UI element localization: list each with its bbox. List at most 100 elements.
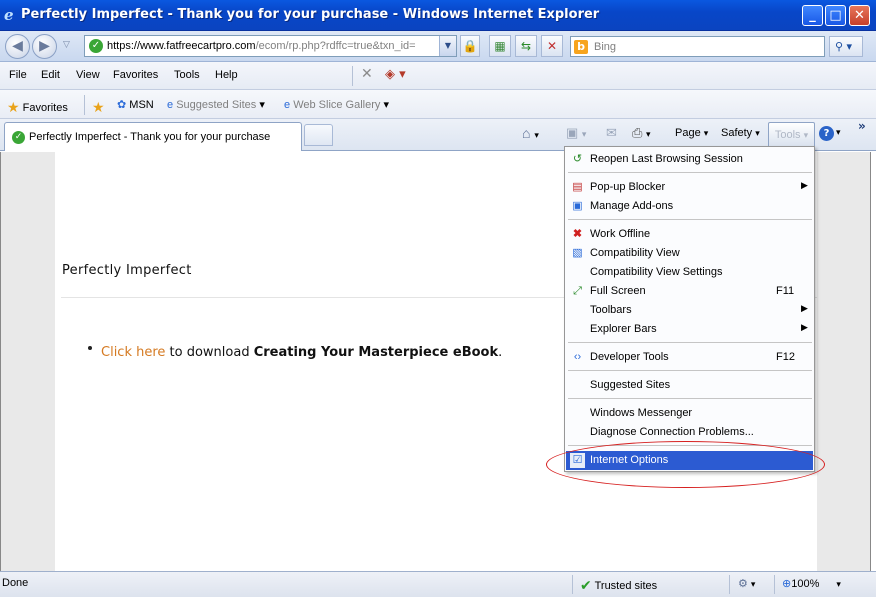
menu-item-suggested-sites[interactable]: Suggested Sites — [566, 376, 813, 395]
status-separator — [774, 575, 775, 594]
menu-item-diagnose-connection[interactable]: Diagnose Connection Problems... — [566, 423, 813, 442]
download-text: to download — [165, 345, 254, 360]
maximize-button[interactable]: □ — [825, 5, 846, 26]
address-bar[interactable]: ✓ https://www.fatfreecartpro.com/ecom/rp… — [84, 35, 457, 57]
print-icon[interactable]: ⎙ ▾ — [632, 125, 651, 141]
more-commands-icon[interactable]: » — [858, 119, 866, 133]
address-toolbar: ◀ ▶ ▽ ✓ https://www.fatfreecartpro.com/e… — [0, 31, 876, 62]
menu-separator — [352, 66, 353, 86]
close-button[interactable]: ✕ — [849, 5, 870, 26]
status-text: Done — [2, 577, 29, 589]
download-link[interactable]: Click here — [101, 345, 165, 360]
new-tab-button[interactable] — [304, 124, 333, 146]
product-name: Creating Your Masterpiece eBook — [253, 345, 499, 360]
forward-button[interactable]: ▶ — [32, 34, 57, 59]
safety-menu-button[interactable]: Safety ▾ — [721, 127, 760, 139]
menu-view[interactable]: View — [76, 69, 100, 81]
addons-icon: ▣ — [572, 200, 583, 212]
help-icon[interactable]: ? — [819, 126, 834, 141]
favorites-star-icon: ★ — [7, 99, 20, 115]
translate-icon[interactable]: ◈ ▾ — [385, 67, 406, 82]
menu-item-label: Compatibility View Settings — [590, 266, 723, 278]
stop-icon[interactable]: ✕ — [541, 35, 563, 57]
fullscreen-icon: ⤢ — [573, 285, 582, 297]
refresh-icon[interactable]: ⇆ — [515, 35, 537, 57]
search-button[interactable]: ⚲ ▾ — [829, 36, 863, 57]
highlight-ellipse — [546, 441, 825, 488]
shortcut-label: F12 — [776, 351, 795, 363]
menu-item-compat-settings[interactable]: Compatibility View Settings — [566, 263, 813, 282]
web-slice-icon: e — [284, 99, 291, 111]
menu-item-reopen-session[interactable]: ↺ Reopen Last Browsing Session — [566, 150, 813, 169]
fav-msn-label: MSN — [129, 99, 154, 111]
menu-item-label: Toolbars — [590, 304, 632, 316]
menu-item-label: Suggested Sites — [590, 379, 671, 391]
ie-logo-icon: e — [4, 6, 14, 24]
address-dropdown-button[interactable]: ▼ — [439, 36, 456, 56]
menu-item-developer-tools[interactable]: ‹› Developer Tools F12 — [566, 348, 813, 367]
protected-mode-icon[interactable]: ⚙ ▾ — [738, 577, 755, 590]
menu-item-label: Compatibility View — [590, 247, 680, 259]
add-favorite-icon: ★ — [92, 99, 105, 115]
url-path: /ecom/rp.php?rdffc=true&txn_id= — [255, 40, 416, 52]
status-separator — [729, 575, 730, 594]
fav-web-slice-gallery[interactable]: e Web Slice Gallery ▾ — [284, 98, 389, 111]
fav-msn[interactable]: ✿ MSN — [117, 98, 154, 111]
menu-bar: File Edit View Favorites Tools Help ✕ ◈ … — [0, 62, 876, 90]
menu-item-work-offline[interactable]: ✖ Work Offline — [566, 225, 813, 244]
add-favorite-button[interactable]: ★ — [92, 98, 105, 115]
home-icon[interactable]: ⌂ ▾ — [522, 125, 539, 141]
popup-blocker-icon: ▤ — [572, 181, 583, 193]
submenu-arrow-icon: ▶ — [801, 303, 808, 313]
menu-help[interactable]: Help — [215, 69, 238, 81]
compat-icon: ▧ — [572, 247, 583, 259]
favorites-separator — [84, 95, 85, 115]
page-menu-button[interactable]: Page ▾ — [675, 127, 708, 139]
menu-item-label: Windows Messenger — [590, 407, 693, 419]
menu-separator — [568, 370, 812, 371]
offline-icon: ✖ — [572, 228, 583, 240]
menu-item-label: Explorer Bars — [590, 323, 657, 335]
menu-item-label: Reopen Last Browsing Session — [590, 153, 743, 165]
menu-item-label: Manage Add-ons — [590, 200, 674, 212]
minimize-button[interactable]: _ — [802, 5, 823, 26]
menu-item-windows-messenger[interactable]: Windows Messenger — [566, 404, 813, 423]
zoom-control[interactable]: ⊕100% ▾ — [782, 577, 841, 590]
menu-item-full-screen[interactable]: ⤢ Full Screen F11 — [566, 282, 813, 301]
download-line: Click here to download Creating Your Mas… — [101, 345, 502, 360]
security-lock-icon[interactable]: 🔒 — [460, 35, 480, 57]
site-title: Perfectly Imperfect — [62, 263, 192, 278]
menu-tools[interactable]: Tools — [174, 69, 200, 81]
feeds-icon[interactable]: ▣ ▾ — [566, 125, 586, 141]
ie-icon: e — [167, 99, 174, 111]
compatibility-view-icon[interactable]: ▦ — [489, 35, 511, 57]
menu-item-explorer-bars[interactable]: Explorer Bars ▶ — [566, 320, 813, 339]
menu-favorites[interactable]: Favorites — [113, 69, 158, 81]
search-field[interactable]: b Bing — [570, 36, 825, 57]
help-dropdown[interactable]: ▾ — [836, 127, 841, 138]
read-mail-icon[interactable]: ✉ — [606, 125, 617, 141]
menu-item-popup-blocker[interactable]: ▤ Pop-up Blocker ▶ — [566, 178, 813, 197]
security-zone[interactable]: ✔ Trusted sites — [580, 577, 657, 594]
url-text[interactable]: https://www.fatfreecartpro.com/ecom/rp.p… — [107, 40, 437, 52]
menu-item-label: Work Offline — [590, 228, 651, 240]
menu-item-manage-addons[interactable]: ▣ Manage Add-ons — [566, 197, 813, 216]
page-ok-icon: ✓ — [89, 39, 103, 53]
menu-item-toolbars[interactable]: Toolbars ▶ — [566, 301, 813, 320]
zoom-icon: ⊕ — [782, 578, 792, 590]
tools-menu-button[interactable]: Tools ▾ — [768, 122, 815, 148]
recent-pages-dropdown[interactable]: ▽ — [63, 40, 70, 50]
fav-suggested-sites[interactable]: e Suggested Sites ▾ — [167, 98, 265, 111]
menu-edit[interactable]: Edit — [41, 69, 60, 81]
back-button[interactable]: ◀ — [5, 34, 30, 59]
menu-item-label: Diagnose Connection Problems... — [590, 426, 754, 438]
menu-file[interactable]: File — [9, 69, 27, 81]
favorites-label: Favorites — [22, 102, 68, 114]
status-bar: Done ✔ Trusted sites ⚙ ▾ ⊕100% ▾ — [0, 571, 876, 597]
title-bar: e Perfectly Imperfect - Thank you for yo… — [0, 0, 876, 31]
favorites-button[interactable]: ★ Favorites — [7, 98, 68, 115]
menu-item-compatibility-view[interactable]: ▧ Compatibility View — [566, 244, 813, 263]
tab-current[interactable]: ✓ Perfectly Imperfect - Thank you for yo… — [4, 122, 302, 151]
bing-icon: b — [574, 40, 588, 54]
close-toolbar-icon[interactable]: ✕ — [361, 66, 373, 82]
